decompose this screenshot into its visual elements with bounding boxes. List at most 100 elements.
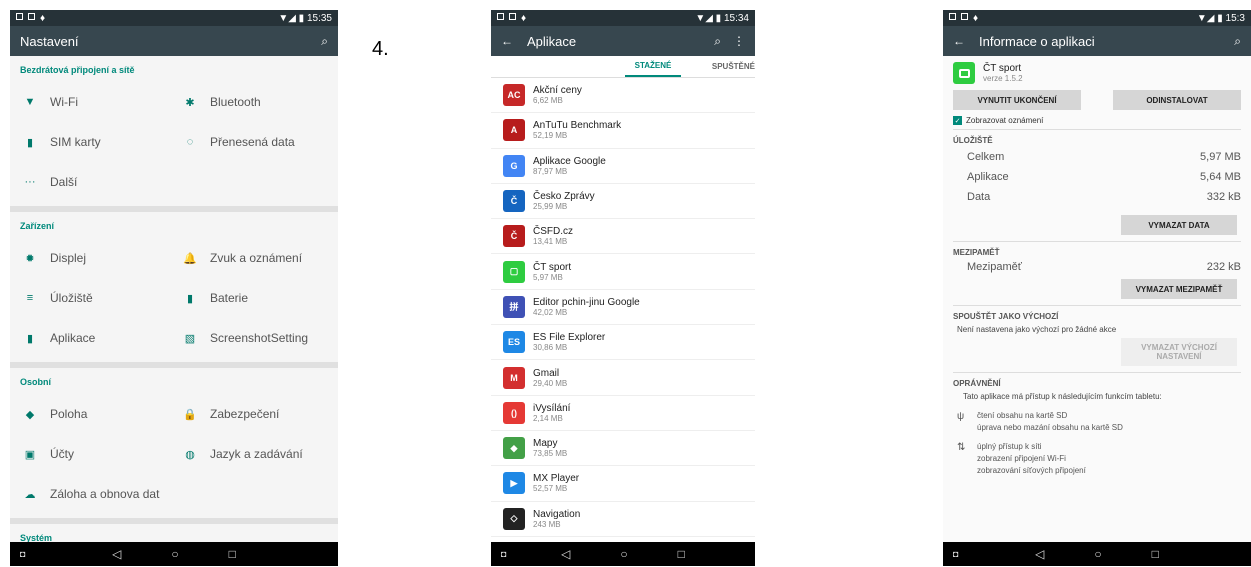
app-list-item[interactable]: ◇ Navigation 243 MB — [491, 502, 755, 537]
setting-icon: ▧ — [184, 332, 196, 345]
permissions-text: Tato aplikace má přístup k následujícím … — [963, 392, 1162, 401]
storage-row: Celkem 5,97 MB — [943, 151, 1251, 165]
home-icon[interactable]: ○ — [620, 547, 627, 561]
settings-item[interactable]: ✱ Bluetooth — [170, 95, 330, 109]
app-name: Editor pchin-jinu Google — [533, 296, 640, 308]
uninstall-button[interactable]: ODINSTALOVAT — [1113, 90, 1241, 110]
perm-item: úplný přístup k síti — [977, 442, 1042, 451]
tab-downloaded[interactable]: STAŽENÉ — [625, 56, 681, 77]
settings-item[interactable]: ▧ ScreenshotSetting — [170, 331, 330, 345]
setting-icon: ▣ — [24, 448, 36, 461]
back-arrow-icon[interactable]: ← — [501, 34, 513, 48]
more-icon[interactable]: ⋮ — [733, 34, 745, 48]
page-title: Aplikace — [527, 33, 577, 49]
app-list-item[interactable]: 拼 Editor pchin-jinu Google 42,02 MB — [491, 290, 755, 326]
settings-item-label: Další — [50, 175, 78, 189]
settings-item[interactable]: ▮ Baterie — [170, 291, 330, 305]
force-stop-button[interactable]: VYNUTIT UKONČENÍ — [953, 90, 1081, 110]
app-list-item[interactable]: A AnTuTu Benchmark 52,19 MB — [491, 113, 755, 149]
home-icon[interactable]: ○ — [171, 547, 178, 561]
status-bar: ♦ ▼◢ ▮ 15:34 — [491, 10, 755, 26]
storage-label: Aplikace — [967, 171, 1009, 183]
app-bar: ← Informace o aplikaci ⌕ — [943, 26, 1251, 56]
settings-item-label: Zabezpečení — [210, 407, 280, 421]
app-icon: ES — [503, 331, 525, 354]
app-icon: ▢ — [503, 260, 525, 283]
app-list-item[interactable]: Č ČSFD.cz 13,41 MB — [491, 219, 755, 255]
permission-storage: ψ čtení obsahu na kartě SD úprava nebo ma… — [943, 409, 1251, 434]
search-icon[interactable]: ⌕ — [321, 34, 328, 49]
clear-data-button[interactable]: VYMAZAT DATA — [1121, 215, 1237, 235]
app-icon: Č — [503, 190, 525, 213]
app-icon: ▶ — [503, 472, 525, 495]
app-bar: Nastavení ⌕ — [10, 26, 338, 56]
app-list: AC Akční ceny 6,62 MB A AnTuTu Benchmark 52,1… — [491, 78, 755, 537]
search-icon[interactable]: ⌕ — [1234, 34, 1241, 49]
search-icon[interactable]: ⌕ — [714, 34, 721, 49]
permissions-header: OPRÁVNĚNÍ — [953, 379, 1001, 388]
app-list-item[interactable]: ◆ Mapy 73,85 MB — [491, 431, 755, 467]
settings-item-label: ScreenshotSetting — [210, 331, 309, 345]
app-list-item[interactable]: ▶ MX Player 52,57 MB — [491, 466, 755, 502]
settings-item[interactable]: ≡ Úložiště — [10, 291, 170, 305]
perm-item: úprava nebo mazání obsahu na kartě SD — [977, 423, 1123, 432]
app-icon: Č — [503, 225, 525, 248]
recents-icon[interactable]: □ — [1152, 547, 1159, 561]
app-list-item[interactable]: M Gmail 29,40 MB — [491, 360, 755, 396]
settings-item[interactable]: ✹ Displej — [10, 251, 170, 265]
setting-icon: ✹ — [25, 252, 35, 265]
app-size: 52,57 MB — [533, 484, 568, 494]
app-list-item[interactable]: G Aplikace Google 87,97 MB — [491, 149, 755, 184]
status-time: 15:3 — [1225, 12, 1245, 24]
settings-item-label: Účty — [50, 447, 74, 461]
settings-item[interactable]: ▮ SIM karty — [10, 135, 170, 149]
settings-item-label: Baterie — [210, 291, 249, 305]
checkbox-icon[interactable]: ✓ — [953, 116, 962, 125]
notifications-row[interactable]: ✓ Zobrazovat oznámení — [943, 110, 1251, 129]
back-icon[interactable]: ◁ — [1035, 547, 1044, 561]
screenshot-icon[interactable]: ◘ — [20, 549, 25, 559]
settings-item[interactable]: ☁ Záloha a obnova dat — [10, 487, 170, 501]
app-list-item[interactable]: ▢ ČT sport 5,97 MB — [491, 254, 755, 290]
settings-item[interactable]: ◌ Přenesená data — [170, 135, 330, 149]
app-icon: M — [503, 366, 525, 389]
storage-row: Aplikace 5,64 MB — [943, 171, 1251, 185]
setting-icon: 🔔 — [183, 252, 197, 265]
settings-item[interactable]: ▮ Aplikace — [10, 331, 170, 345]
settings-item-label: Úložiště — [50, 291, 93, 305]
app-name: AnTuTu Benchmark — [533, 120, 622, 132]
app-name: Akční ceny — [533, 85, 582, 97]
back-icon[interactable]: ◁ — [561, 547, 570, 561]
page-title: Nastavení — [20, 33, 79, 49]
settings-item[interactable]: ▼ Wi-Fi — [10, 95, 170, 109]
settings-item[interactable]: 🔔 Zvuk a oznámení — [170, 251, 330, 265]
storage-label: Celkem — [967, 151, 1005, 163]
tab-running[interactable]: SPUŠTĚNÉ — [681, 56, 755, 77]
status-bar: ♦ ▼◢ ▮ 15:3 — [943, 10, 1251, 26]
settings-item[interactable]: ◍ Jazyk a zadávání — [170, 447, 330, 461]
recents-icon[interactable]: □ — [229, 547, 236, 561]
settings-list: Bezdrátová připojení a sítě ▼ Wi-Fi ✱ Blueto… — [10, 56, 338, 550]
app-list-item[interactable]: ES ES File Explorer 30,86 MB — [491, 325, 755, 361]
setting-icon: ▮ — [186, 292, 194, 305]
app-list-item[interactable]: () iVysílání 2,14 MB — [491, 396, 755, 431]
back-icon[interactable]: ◁ — [112, 547, 121, 561]
settings-item[interactable]: ◆ Poloha — [10, 407, 170, 421]
app-list-item[interactable]: AC Akční ceny 6,62 MB — [491, 78, 755, 114]
app-size: 30,86 MB — [533, 343, 568, 353]
settings-item[interactable]: ··· Další — [10, 175, 170, 189]
clear-cache-button[interactable]: VYMAZAT MEZIPAMĚŤ — [1121, 279, 1237, 299]
app-icon: AC — [503, 84, 525, 107]
home-icon[interactable]: ○ — [1094, 547, 1101, 561]
recents-icon[interactable]: □ — [678, 547, 685, 561]
screenshot-icon[interactable]: ◘ — [501, 549, 506, 559]
setting-icon: ▮ — [26, 136, 34, 149]
app-list-item[interactable]: Č Česko Zprávy 25,99 MB — [491, 184, 755, 220]
screenshot-icon[interactable]: ◘ — [953, 549, 958, 559]
settings-item[interactable]: ▣ Účty — [10, 447, 170, 461]
back-arrow-icon[interactable]: ← — [953, 34, 965, 48]
app-size: 25,99 MB — [533, 202, 568, 212]
settings-item[interactable]: 🔒 Zabezpečení — [170, 407, 330, 421]
nav-bar: ◘ ◁ ○ □ — [10, 542, 338, 566]
settings-item-label: Přenesená data — [210, 135, 295, 149]
